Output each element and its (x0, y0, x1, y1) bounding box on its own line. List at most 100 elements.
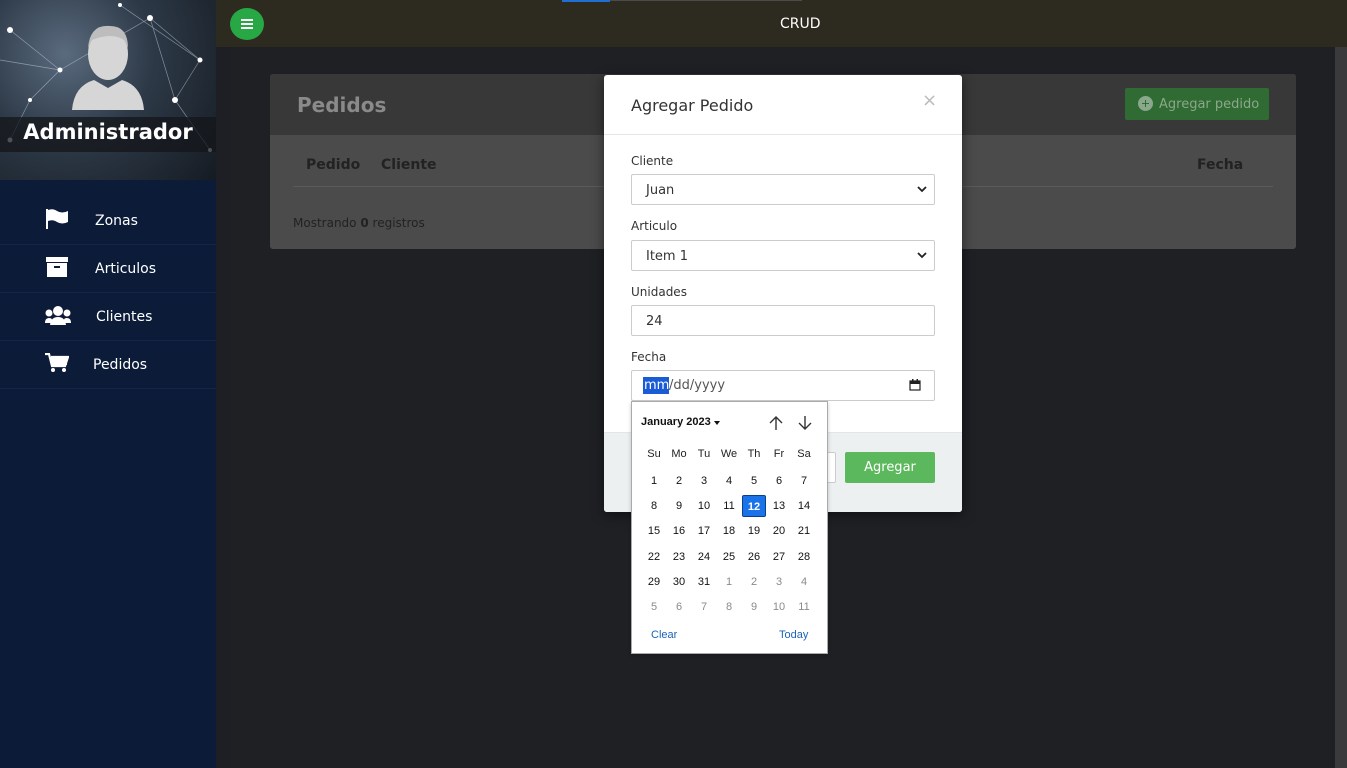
users-icon (45, 306, 71, 325)
weekday-label: Fr (773, 448, 785, 460)
modal-title: Agregar Pedido (631, 96, 754, 115)
day-cell[interactable]: 30 (667, 571, 691, 593)
day-cell[interactable]: 24 (692, 546, 716, 568)
sidebar-item-zonas[interactable]: Zonas (0, 197, 216, 245)
day-cell[interactable]: 9 (667, 495, 691, 517)
day-cell[interactable]: 6 (667, 596, 691, 618)
day-cell[interactable]: 5 (642, 596, 666, 618)
month-year-selector[interactable]: January 2023 (641, 416, 711, 428)
column-header-pedido[interactable]: Pedido (306, 157, 360, 173)
clear-link[interactable]: Clear (651, 629, 677, 641)
date-rest-segments[interactable]: /dd/yyyy (669, 378, 725, 393)
add-pedido-label: Agregar pedido (1159, 97, 1260, 112)
articulo-value: Item 1 (646, 249, 688, 264)
day-cell[interactable]: 8 (717, 596, 741, 618)
day-cell[interactable]: 3 (692, 470, 716, 492)
weekday-label: Mo (671, 448, 687, 460)
add-pedido-button[interactable]: Agregar pedido (1125, 88, 1269, 120)
day-cell[interactable]: 7 (792, 470, 816, 492)
archive-icon (46, 257, 68, 277)
cliente-select[interactable]: Juan (631, 174, 935, 205)
sidebar-item-articulos[interactable]: Articulos (0, 245, 216, 293)
day-cell[interactable]: 5 (742, 470, 766, 492)
day-cell[interactable]: 2 (742, 571, 766, 593)
day-cell[interactable]: 23 (667, 546, 691, 568)
day-cell[interactable]: 13 (767, 495, 791, 517)
day-cell[interactable]: 11 (717, 495, 741, 517)
day-cell[interactable]: 20 (767, 520, 791, 542)
column-header-cliente[interactable]: Cliente (381, 157, 437, 173)
sidebar-item-label: Pedidos (93, 357, 148, 373)
fecha-label: Fecha (631, 350, 667, 364)
admin-name: Administrador (23, 120, 193, 144)
day-cell[interactable]: 10 (692, 495, 716, 517)
day-cell[interactable]: 14 (792, 495, 816, 517)
caret-down-icon[interactable] (714, 421, 720, 425)
day-cell[interactable]: 10 (767, 596, 791, 618)
day-cell[interactable]: 7 (692, 596, 716, 618)
records-prefix: Mostrando (293, 216, 357, 230)
day-cell[interactable]: 18 (717, 520, 741, 542)
day-cell[interactable]: 16 (667, 520, 691, 542)
day-cell[interactable]: 22 (642, 546, 666, 568)
flag-icon (46, 209, 68, 229)
unidades-input[interactable]: 24 (631, 305, 935, 336)
day-cell[interactable]: 6 (767, 470, 791, 492)
day-cell[interactable]: 9 (742, 596, 766, 618)
day-cell[interactable]: 4 (792, 571, 816, 593)
sidebar-item-label: Zonas (95, 213, 138, 229)
day-cell[interactable]: 26 (742, 546, 766, 568)
hamburger-icon (241, 27, 253, 29)
articulo-select[interactable]: Item 1 (631, 240, 935, 271)
chevron-down-icon (917, 186, 927, 193)
day-cell[interactable]: 25 (717, 546, 741, 568)
column-header-fecha[interactable]: Fecha (1197, 157, 1243, 173)
menu-toggle-button[interactable] (230, 8, 264, 40)
day-cell[interactable]: 3 (767, 571, 791, 593)
fecha-date-input[interactable]: mm /dd/yyyy (631, 370, 935, 401)
day-cell[interactable]: 29 (642, 571, 666, 593)
day-cell[interactable]: 15 (642, 520, 666, 542)
modal-header: Agregar Pedido × (604, 75, 962, 135)
day-cell[interactable]: 8 (642, 495, 666, 517)
sidebar-item-label: Articulos (95, 261, 157, 277)
top-bar: CRUD (216, 0, 1347, 47)
sidebar-nav: Zonas Articulos Clientes Pedidos (0, 197, 216, 389)
agregar-button[interactable]: Agregar (845, 452, 935, 483)
plus-circle-icon (1138, 96, 1153, 111)
day-cell[interactable]: 17 (692, 520, 716, 542)
app-title: CRUD (780, 16, 821, 32)
day-cell[interactable]: 21 (792, 520, 816, 542)
arrow-up-icon[interactable] (767, 414, 785, 432)
weekday-label: Th (747, 448, 761, 460)
cliente-value: Juan (646, 183, 675, 198)
day-cell[interactable]: 1 (717, 571, 741, 593)
unidades-label: Unidades (631, 285, 687, 299)
day-cell[interactable]: 31 (692, 571, 716, 593)
calendar-icon[interactable] (909, 379, 921, 391)
day-cell[interactable]: 27 (767, 546, 791, 568)
close-icon[interactable]: × (922, 90, 937, 111)
day-cell[interactable]: 11 (792, 596, 816, 618)
sidebar-item-pedidos[interactable]: Pedidos (0, 341, 216, 389)
day-cell[interactable]: 1 (642, 470, 666, 492)
hamburger-icon (241, 19, 253, 21)
records-number: 0 (360, 216, 369, 230)
day-cell[interactable]: 4 (717, 470, 741, 492)
arrow-down-icon[interactable] (796, 414, 814, 432)
sidebar: Administrador Zonas Articulos Clientes P… (0, 0, 216, 768)
day-cell[interactable]: 19 (742, 520, 766, 542)
scrollbar-track[interactable] (1335, 47, 1347, 768)
weekday-label: We (720, 448, 738, 460)
date-month-segment[interactable]: mm (643, 377, 669, 394)
chevron-down-icon (917, 252, 927, 259)
today-link[interactable]: Today (779, 629, 808, 641)
sidebar-item-clientes[interactable]: Clientes (0, 293, 216, 341)
records-suffix: registros (372, 216, 425, 230)
day-cell[interactable]: 28 (792, 546, 816, 568)
unidades-value: 24 (646, 314, 663, 329)
date-month-text: mm (644, 378, 670, 393)
page-title: Pedidos (297, 93, 387, 117)
selected-day-cell[interactable]: 12 (742, 495, 766, 517)
day-cell[interactable]: 2 (667, 470, 691, 492)
